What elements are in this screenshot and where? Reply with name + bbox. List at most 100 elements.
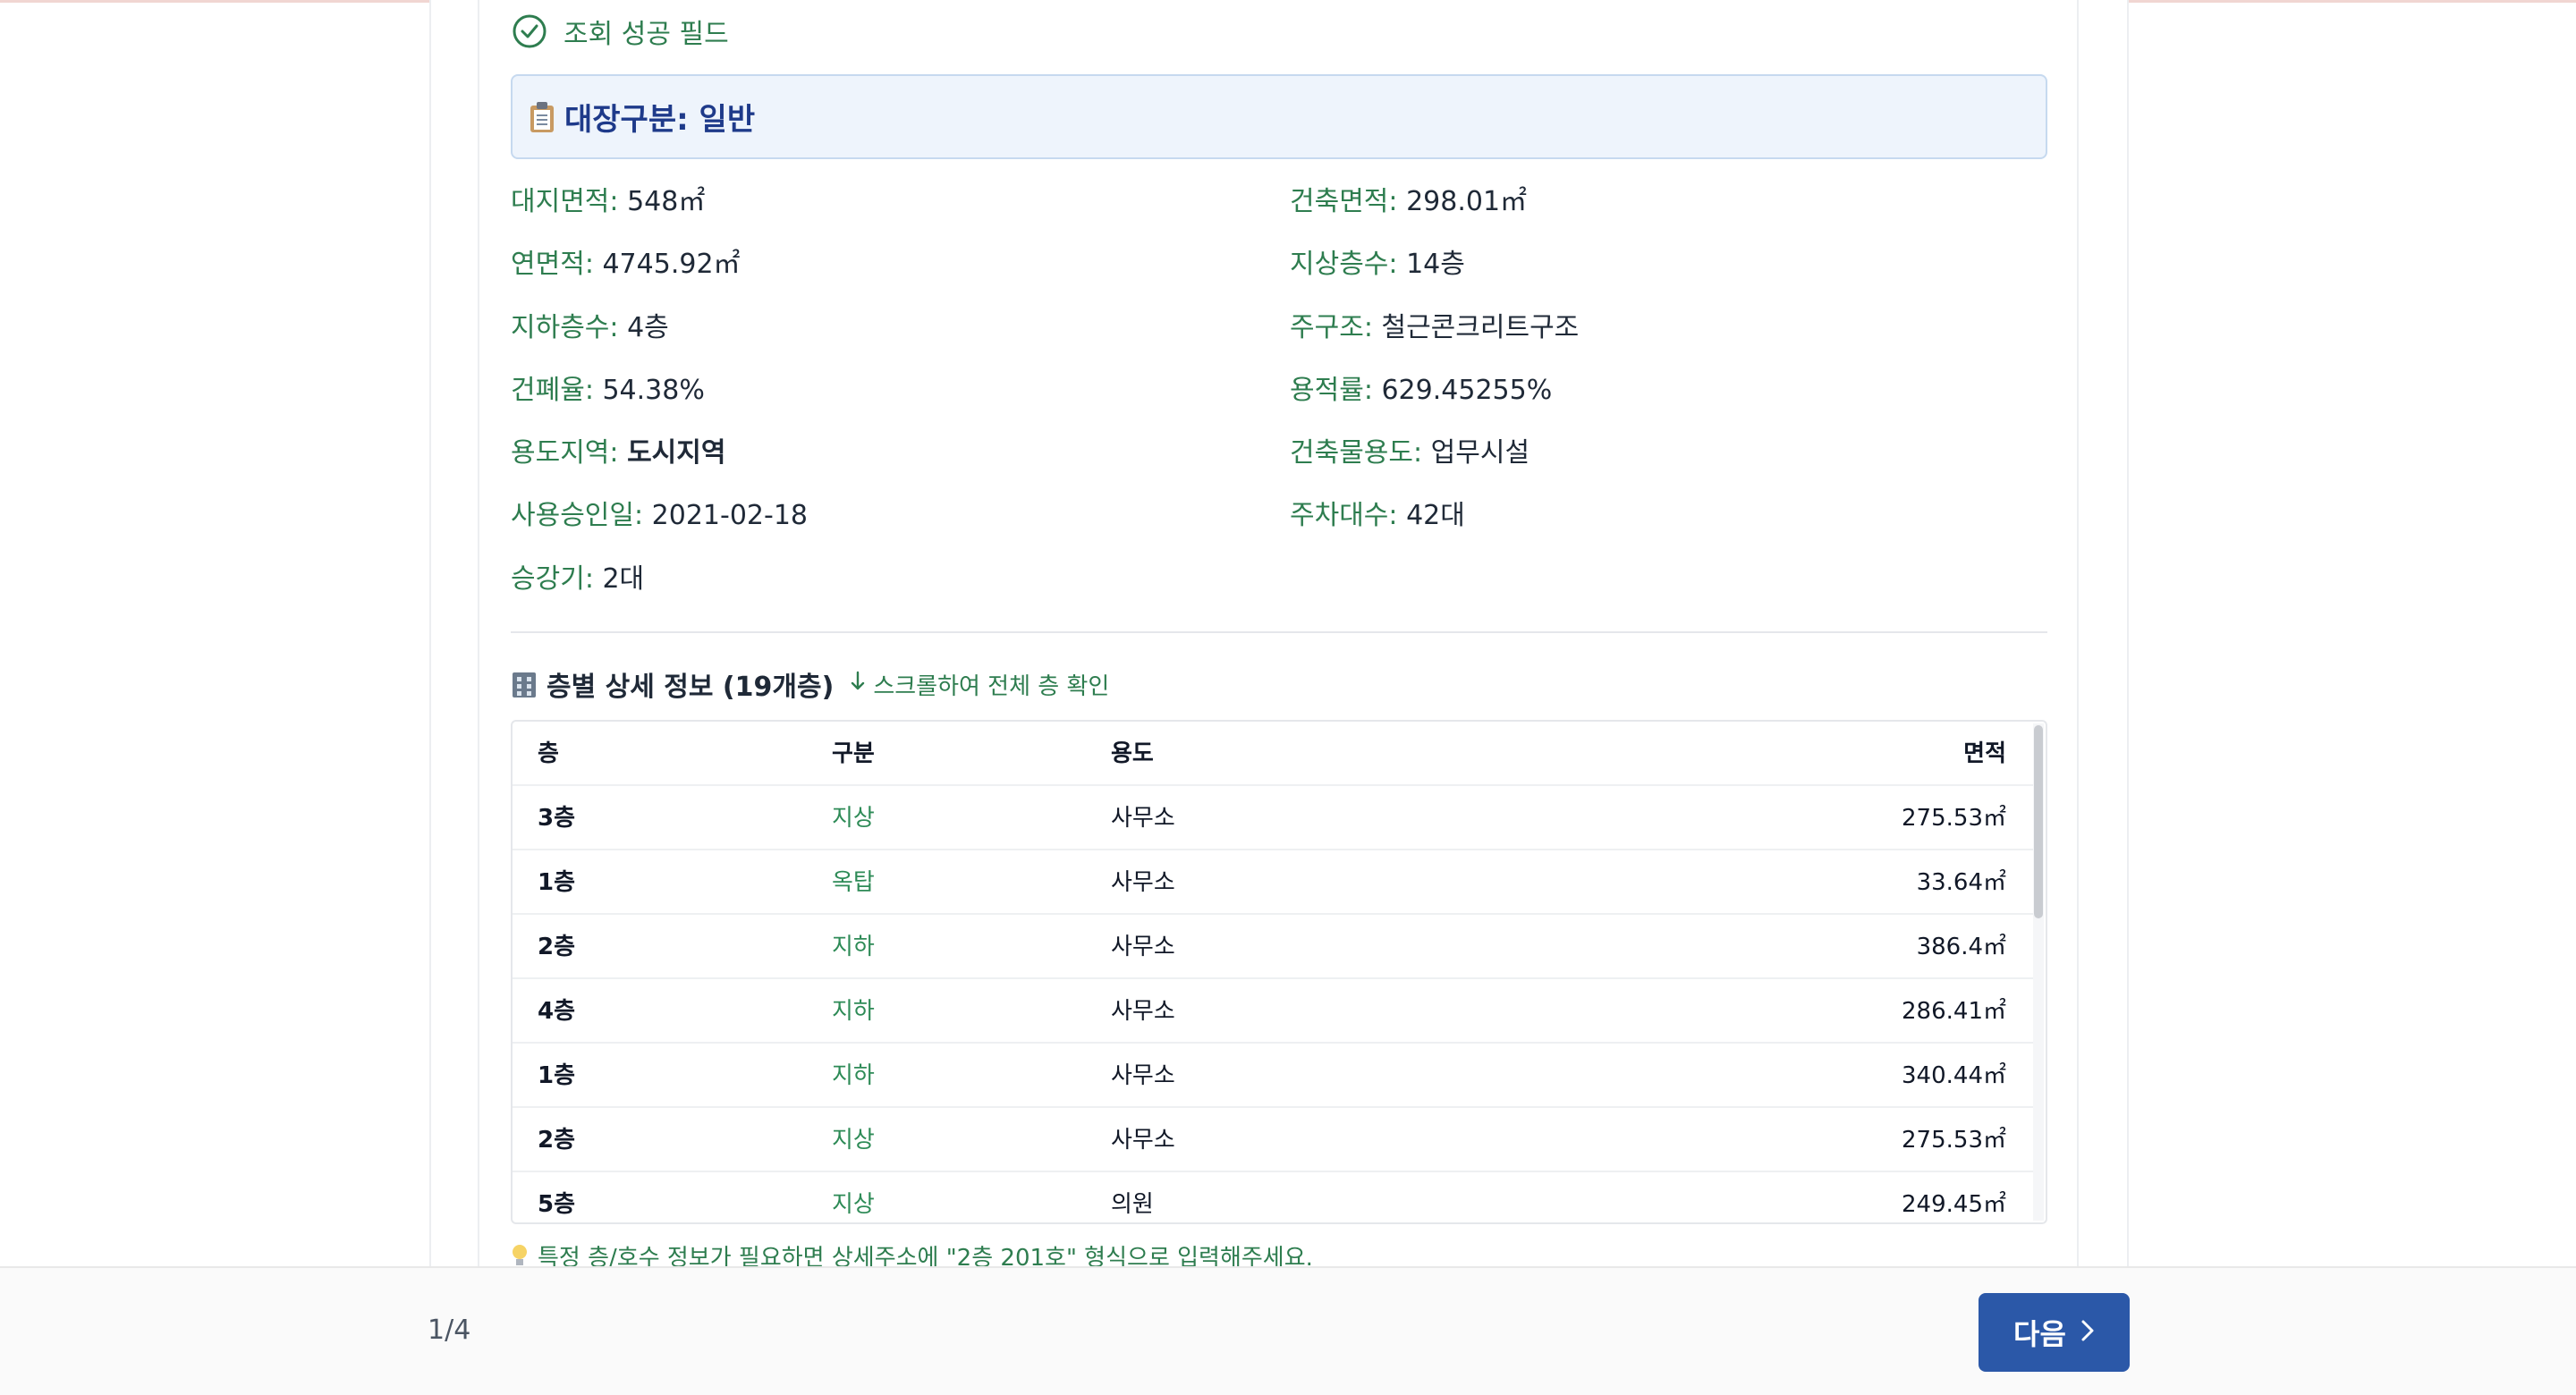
cell-area: 340.44㎡ bbox=[1902, 1062, 2006, 1089]
info-main-structure: 주구조: 철근콘크리트구조 bbox=[1290, 312, 1580, 343]
cell-use: 사무소 bbox=[1111, 869, 1175, 896]
info-key: 건축물용도 bbox=[1290, 437, 1413, 469]
status-label: 조회 성공 필드 bbox=[564, 19, 729, 50]
column-header-area: 면적 bbox=[1963, 740, 2006, 767]
table-row: 4층 지하 사무소 286.41㎡ bbox=[513, 979, 2033, 1044]
footer-bar bbox=[0, 1266, 2576, 1395]
check-circle-icon bbox=[512, 13, 547, 49]
info-value: 42대 bbox=[1406, 500, 1465, 531]
clipboard-icon bbox=[529, 101, 555, 133]
cell-division: 옥탑 bbox=[832, 869, 875, 896]
cell-area: 33.64㎡ bbox=[1916, 869, 2006, 896]
cell-use: 사무소 bbox=[1111, 1062, 1175, 1089]
cell-area: 275.53㎡ bbox=[1902, 1127, 2006, 1154]
info-total-floor-area: 연면적: 4745.92㎡ bbox=[511, 249, 741, 280]
info-building-area: 건축면적: 298.01㎡ bbox=[1290, 186, 1528, 217]
info-site-area: 대지면적: 548㎡ bbox=[511, 186, 706, 217]
cell-division: 지하 bbox=[832, 998, 875, 1025]
table-row: 1층 옥탑 사무소 33.64㎡ bbox=[513, 850, 2033, 915]
arrow-down-icon bbox=[850, 671, 866, 698]
info-key: 승강기 bbox=[511, 563, 585, 595]
info-key: 지상층수 bbox=[1290, 249, 1389, 280]
info-key: 대지면적 bbox=[511, 186, 610, 217]
table-row: 3층 지상 사무소 275.53㎡ bbox=[513, 786, 2033, 850]
next-button[interactable]: 다음 bbox=[1979, 1293, 2130, 1372]
scroll-hint-label: 스크롤하여 전체 층 확인 bbox=[873, 672, 1110, 700]
cell-floor: 2층 bbox=[538, 1127, 576, 1154]
cell-area: 386.4㎡ bbox=[1916, 934, 2006, 960]
cell-use: 사무소 bbox=[1111, 805, 1175, 832]
info-key: 사용승인일 bbox=[511, 500, 634, 531]
building-info-grid: 대지면적: 548㎡ 건축면적: 298.01㎡ 연면적: 4745.92㎡ 지… bbox=[511, 179, 2047, 599]
next-button-label: 다음 bbox=[2013, 1318, 2066, 1350]
info-key: 지하층수 bbox=[511, 312, 610, 343]
table-row: 1층 지하 사무소 340.44㎡ bbox=[513, 1044, 2033, 1108]
cell-use: 사무소 bbox=[1111, 998, 1175, 1025]
cell-use: 의원 bbox=[1111, 1191, 1154, 1218]
cell-floor: 2층 bbox=[538, 934, 576, 960]
info-parking: 주차대수: 42대 bbox=[1290, 500, 1465, 531]
cell-use: 사무소 bbox=[1111, 934, 1175, 960]
section-divider bbox=[511, 631, 2047, 633]
cell-division: 지하 bbox=[832, 934, 875, 960]
floor-details-heading: 층별 상세 정보 (19개층) 스크롤하여 전체 층 확인 bbox=[511, 665, 1109, 703]
scroll-hint: 스크롤하여 전체 층 확인 bbox=[850, 668, 1109, 701]
cell-floor: 4층 bbox=[538, 998, 576, 1025]
info-above-ground-floors: 지상층수: 14층 bbox=[1290, 249, 1465, 280]
cell-floor: 1층 bbox=[538, 1062, 576, 1089]
info-value: 2대 bbox=[602, 563, 645, 595]
cell-use: 사무소 bbox=[1111, 1127, 1175, 1154]
info-value: 4745.92㎡ bbox=[602, 249, 741, 280]
status-row: 조회 성공 필드 bbox=[512, 13, 729, 50]
info-key: 연면적 bbox=[511, 249, 585, 280]
cell-division: 지상 bbox=[832, 1191, 875, 1218]
info-value: 업무시설 bbox=[1430, 437, 1530, 469]
cell-floor: 1층 bbox=[538, 869, 576, 896]
column-header-division: 구분 bbox=[832, 740, 875, 767]
info-key: 용적률 bbox=[1290, 375, 1364, 406]
info-key: 용도지역 bbox=[511, 437, 610, 469]
cell-area: 286.41㎡ bbox=[1902, 998, 2006, 1025]
floor-table[interactable]: 층 구분 용도 면적 3층 지상 사무소 275.53㎡ 1층 옥탑 사무소 3… bbox=[511, 720, 2047, 1224]
info-building-use: 건축물용도: 업무시설 bbox=[1290, 437, 1530, 469]
info-elevators: 승강기: 2대 bbox=[511, 563, 645, 595]
info-value: 629.45255% bbox=[1381, 375, 1553, 406]
cell-division: 지상 bbox=[832, 1127, 875, 1154]
column-header-use: 용도 bbox=[1111, 740, 1154, 767]
table-header-row: 층 구분 용도 면적 bbox=[513, 722, 2033, 786]
cell-division: 지상 bbox=[832, 805, 875, 832]
info-zoning: 용도지역: 도시지역 bbox=[511, 437, 726, 469]
cell-area: 275.53㎡ bbox=[1902, 805, 2006, 832]
info-coverage-ratio: 건폐율: 54.38% bbox=[511, 375, 705, 406]
cell-floor: 5층 bbox=[538, 1191, 576, 1218]
table-row: 5층 지상 의원 249.45㎡ bbox=[513, 1172, 2033, 1222]
column-header-floor: 층 bbox=[538, 740, 559, 767]
table-scrollbar-thumb[interactable] bbox=[2034, 725, 2043, 918]
info-value: 54.38% bbox=[602, 375, 705, 406]
info-underground-floors: 지하층수: 4층 bbox=[511, 312, 669, 343]
info-key: 건폐율 bbox=[511, 375, 585, 406]
info-value: 548㎡ bbox=[627, 186, 706, 217]
table-row: 2층 지하 사무소 386.4㎡ bbox=[513, 915, 2033, 979]
table-row: 2층 지상 사무소 275.53㎡ bbox=[513, 1108, 2033, 1172]
cell-division: 지하 bbox=[832, 1062, 875, 1089]
info-approval-date: 사용승인일: 2021-02-18 bbox=[511, 500, 809, 531]
info-floor-area-ratio: 용적률: 629.45255% bbox=[1290, 375, 1553, 406]
lightbulb-icon bbox=[511, 1243, 529, 1268]
ledger-type-title: 대장구분: 일반 bbox=[564, 102, 756, 138]
chevron-right-icon bbox=[2080, 1316, 2095, 1349]
info-value: 철근콘크리트구조 bbox=[1381, 312, 1580, 343]
cell-floor: 3층 bbox=[538, 805, 576, 832]
page-indicator: 1/4 bbox=[428, 1315, 471, 1346]
info-key: 건축면적 bbox=[1290, 186, 1389, 217]
info-value: 도시지역 bbox=[627, 437, 726, 469]
info-value: 4층 bbox=[627, 312, 669, 343]
cell-area: 249.45㎡ bbox=[1902, 1191, 2006, 1218]
floor-details-title: 층별 상세 정보 (19개층) bbox=[547, 672, 835, 703]
info-value: 2021-02-18 bbox=[651, 500, 809, 531]
info-value: 298.01㎡ bbox=[1406, 186, 1528, 217]
ledger-type-banner: 대장구분: 일반 bbox=[511, 74, 2047, 159]
info-key: 주구조 bbox=[1290, 312, 1364, 343]
info-key: 주차대수 bbox=[1290, 500, 1389, 531]
info-value: 14층 bbox=[1406, 249, 1465, 280]
